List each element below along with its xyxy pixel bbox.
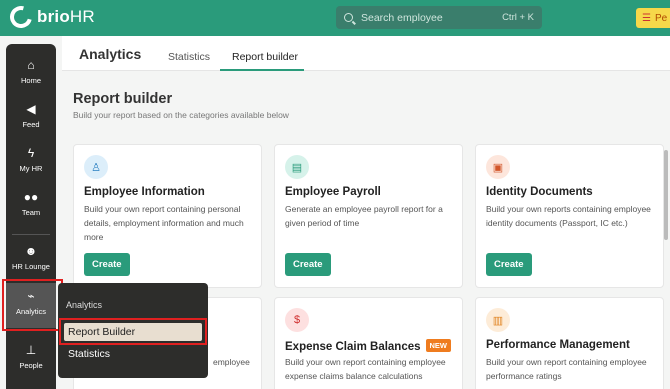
section-title: Report builder [73, 91, 173, 107]
top-bar: brioHR Search employee Ctrl + K ☰ Pe [0, 0, 670, 36]
card-employee-information: ♙ Employee Information Build your own re… [73, 144, 262, 288]
content-header: Analytics Statistics Report builder [62, 36, 670, 71]
flyout-title: Analytics [66, 300, 103, 310]
sidebar-item-hr-lounge[interactable]: ☻ HR Lounge [6, 244, 56, 271]
tab-statistics[interactable]: Statistics [168, 51, 210, 63]
card-title: Expense Claim Balances NEW [285, 339, 452, 353]
card-title: Identity Documents [486, 186, 593, 198]
user-gear-icon: ☻ [24, 244, 38, 258]
bar-chart-icon: ▥ [486, 308, 510, 332]
sidebar: ⌂ Home ◀ Feed ϟ My HR ●● Team ☻ HR Loung… [6, 44, 56, 389]
card-performance-management: ▥ Performance Management Build your own … [475, 297, 664, 389]
user-icon: ♙ [84, 155, 108, 179]
search-icon [344, 13, 353, 22]
receipt-icon: ▤ [285, 155, 309, 179]
home-icon: ⌂ [27, 58, 35, 72]
brand-logo[interactable]: brioHR [5, 1, 95, 33]
scrollbar[interactable] [664, 150, 668, 240]
sidebar-item-label: People [19, 361, 43, 370]
team-icon: ●● [23, 190, 39, 204]
sidebar-divider [12, 234, 50, 235]
megaphone-icon: ◀ [26, 102, 36, 116]
sidebar-item-feed[interactable]: ◀ Feed [6, 102, 56, 129]
sidebar-item-home[interactable]: ⌂ Home [6, 58, 56, 85]
card-title: Employee Information [84, 186, 205, 198]
card-employee-payroll: ▤ Employee Payroll Generate an employee … [274, 144, 463, 288]
id-card-icon: ▣ [486, 155, 510, 179]
sidebar-item-label: My HR [19, 164, 43, 173]
logo-mark-icon [5, 1, 37, 33]
page-title: Analytics [79, 46, 142, 62]
sidebar-item-my-hr[interactable]: ϟ My HR [6, 146, 56, 173]
create-button[interactable]: Create [84, 253, 130, 276]
user-menu-button[interactable]: ☰ Pe [636, 8, 670, 28]
card-description: Build your own reports containing employ… [486, 204, 651, 228]
card-description: Build your own report containing employe… [285, 357, 446, 381]
new-badge: NEW [425, 339, 452, 352]
section-subtitle: Build your report based on the categorie… [73, 110, 289, 120]
card-description: Generate an employee payroll report for … [285, 204, 443, 228]
list-icon: ☰ [642, 12, 651, 24]
search-placeholder: Search employee [361, 11, 443, 24]
sidebar-item-label: Team [21, 208, 41, 217]
active-tab-indicator [220, 69, 304, 71]
sidebar-item-label: HR Lounge [12, 262, 50, 271]
card-expense-claim-balances: $ Expense Claim Balances NEW Build your o… [274, 297, 463, 389]
card-title: Employee Payroll [285, 186, 381, 198]
card-description: employee [213, 357, 250, 367]
card-description: Build your own report containing employe… [486, 357, 647, 381]
create-button[interactable]: Create [285, 253, 331, 276]
search-shortcut: Ctrl + K [502, 12, 534, 23]
card-identity-documents: ▣ Identity Documents Build your own repo… [475, 144, 664, 288]
card-title: Performance Management [486, 339, 630, 351]
sidebar-item-label: Feed [22, 120, 40, 129]
logo-text: brioHR [37, 7, 95, 26]
flyout-item-statistics[interactable]: Statistics [64, 345, 202, 363]
create-button[interactable]: Create [486, 253, 532, 276]
search-input[interactable]: Search employee Ctrl + K [336, 6, 542, 29]
user-label: Pe [654, 12, 668, 24]
document-dollar-icon: $ [285, 308, 309, 332]
org-chart-icon: ⊥ [25, 343, 37, 357]
lightning-icon: ϟ [27, 146, 35, 160]
report-builder-highlight-box [59, 318, 207, 345]
tab-report-builder[interactable]: Report builder [232, 51, 298, 63]
sidebar-item-label: Home [20, 76, 41, 85]
analytics-highlight-box [2, 279, 63, 331]
sidebar-item-team[interactable]: ●● Team [6, 190, 56, 217]
card-description: Build your own report containing persona… [84, 204, 244, 242]
sidebar-item-people[interactable]: ⊥ People [6, 343, 56, 370]
